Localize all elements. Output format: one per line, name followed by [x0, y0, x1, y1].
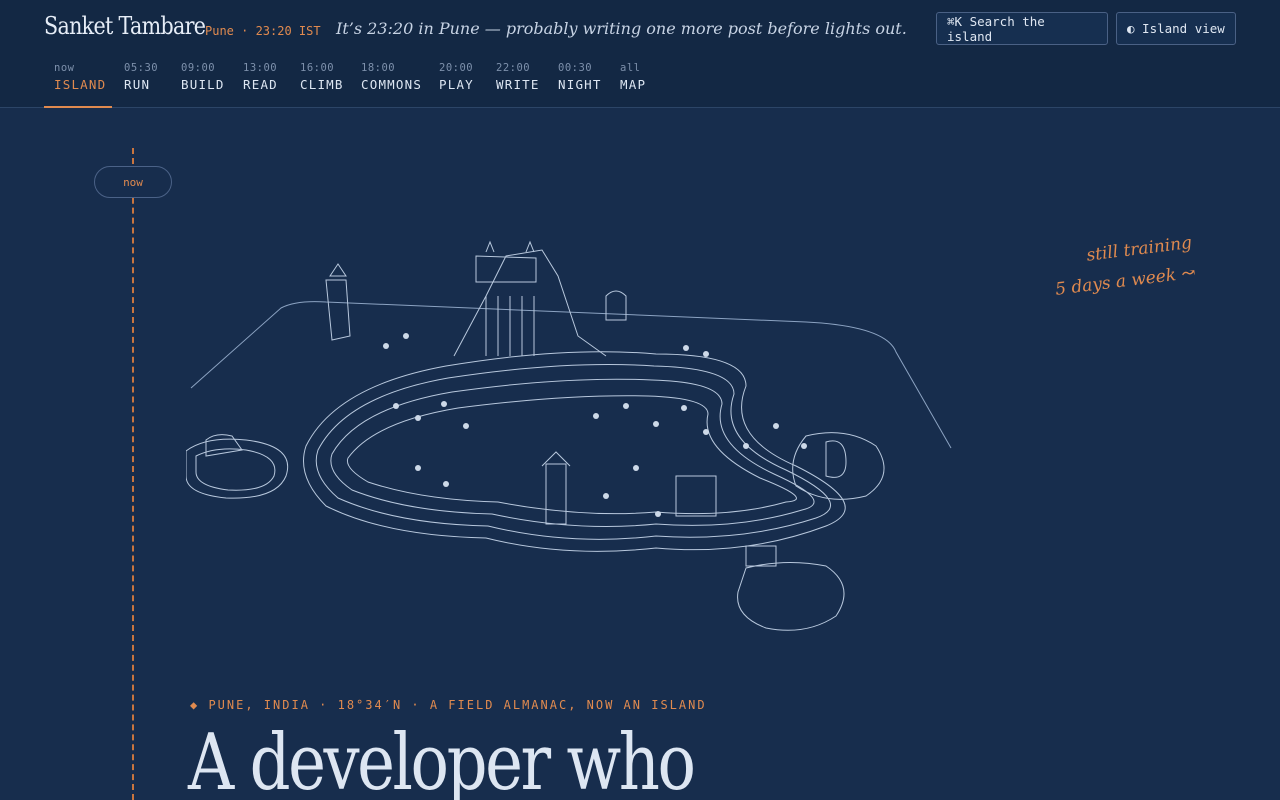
timeline-line [132, 148, 134, 800]
tab-run[interactable]: 05:30 RUN [124, 62, 158, 108]
tab-time: 20:00 [439, 62, 474, 74]
tab-label: BUILD [181, 77, 225, 92]
tab-label: WRITE [496, 77, 540, 92]
tab-time: now [54, 62, 75, 74]
search-button[interactable]: ⌘K Search the island [936, 12, 1108, 45]
tab-time: 22:00 [496, 62, 531, 74]
tab-commons[interactable]: 18:00 COMMONS [361, 62, 422, 108]
tagline: It’s 23:20 in Pune — probably writing on… [336, 19, 907, 38]
tab-read[interactable]: 13:00 READ [243, 62, 278, 108]
tab-time: 00:30 [558, 62, 593, 74]
tab-play[interactable]: 20:00 PLAY [439, 62, 474, 108]
island-view-button[interactable]: ◐ Island view [1116, 12, 1236, 45]
tab-label: READ [243, 77, 278, 92]
training-note: still training 5 days a week ↝ [1041, 228, 1197, 306]
tab-label: ISLAND [54, 77, 107, 92]
tab-label: RUN [124, 77, 151, 92]
tab-time: 13:00 [243, 62, 278, 74]
top-bar: Sanket Tambare Pune · 23:20 IST It’s 23:… [0, 0, 1280, 108]
tab-night[interactable]: 00:30 NIGHT [558, 62, 602, 108]
local-clock: Pune · 23:20 IST [205, 24, 321, 38]
tab-time: 05:30 [124, 62, 159, 74]
site-title[interactable]: Sanket Tambare [44, 12, 206, 40]
tab-label: CLIMB [300, 77, 344, 92]
tab-climb[interactable]: 16:00 CLIMB [300, 62, 344, 108]
tab-time: all [620, 62, 641, 74]
hero-headline: A developer who [188, 718, 696, 800]
tab-label: COMMONS [361, 77, 423, 92]
tab-build[interactable]: 09:00 BUILD [181, 62, 225, 108]
island-illustration[interactable] [186, 236, 956, 636]
tab-time: 16:00 [300, 62, 335, 74]
tab-write[interactable]: 22:00 WRITE [496, 62, 540, 108]
tab-map[interactable]: all MAP [620, 62, 646, 108]
tab-label: NIGHT [558, 77, 602, 92]
tab-label: PLAY [439, 77, 474, 92]
hero-kicker: ◆ PUNE, INDIA · 18°34′N · A FIELD ALMANA… [190, 698, 707, 712]
tab-island[interactable]: now ISLAND [44, 62, 112, 108]
tab-label: MAP [620, 77, 647, 92]
now-marker[interactable]: now [94, 166, 172, 198]
tab-time: 18:00 [361, 62, 396, 74]
tab-time: 09:00 [181, 62, 216, 74]
